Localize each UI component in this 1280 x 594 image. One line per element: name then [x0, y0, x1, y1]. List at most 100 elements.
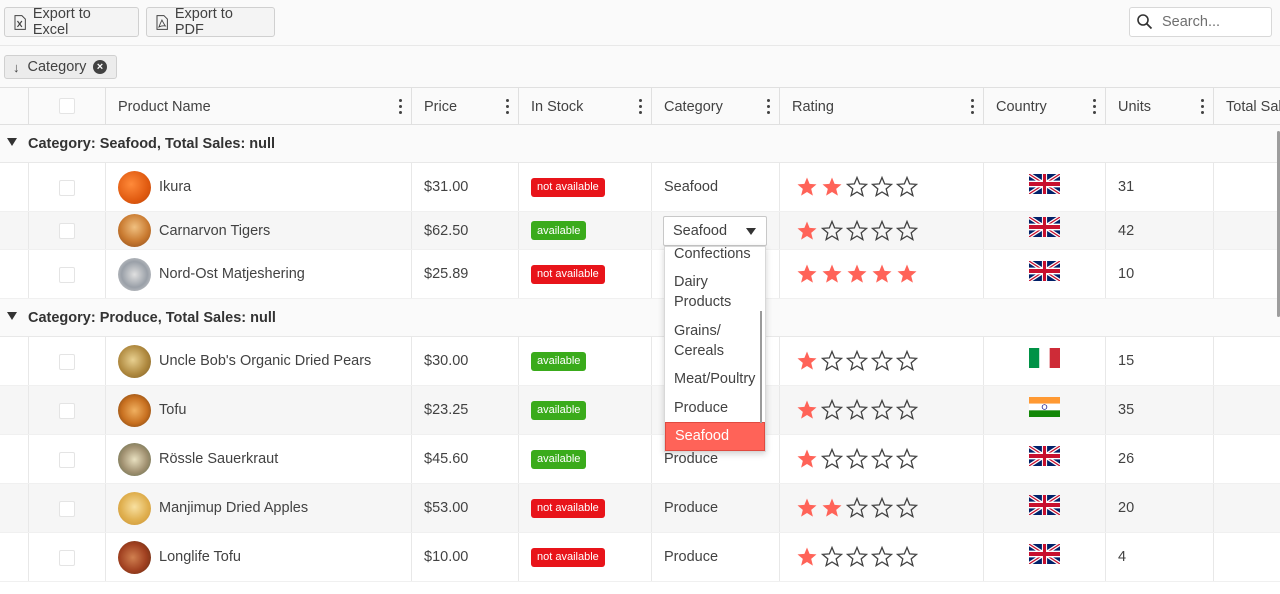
column-menu-icon[interactable] — [399, 99, 403, 114]
star-empty-icon[interactable] — [870, 219, 894, 243]
star-empty-icon[interactable] — [870, 496, 894, 520]
header-total-sales[interactable]: Total Sal — [1213, 88, 1280, 125]
in-stock-cell[interactable]: not available — [531, 533, 605, 581]
rating-stars[interactable] — [795, 349, 919, 373]
row-select-checkbox[interactable] — [59, 500, 75, 517]
export-pdf-button[interactable]: Export to PDF — [146, 6, 275, 38]
star-empty-icon[interactable] — [895, 447, 919, 471]
in-stock-cell[interactable]: not available — [531, 484, 605, 532]
in-stock-cell[interactable]: available — [531, 386, 587, 434]
star-filled-icon[interactable] — [795, 175, 819, 199]
star-empty-icon[interactable] — [895, 398, 919, 422]
rating-stars[interactable] — [795, 545, 919, 569]
rating-stars[interactable] — [795, 219, 919, 243]
row-select-checkbox[interactable] — [59, 266, 75, 283]
rating-cell[interactable] — [795, 386, 919, 434]
column-menu-icon[interactable] — [1201, 99, 1205, 114]
option-dairy-products[interactable]: Dairy Products — [665, 272, 755, 312]
row-select-checkbox[interactable] — [59, 451, 75, 468]
star-empty-icon[interactable] — [820, 398, 844, 422]
star-empty-icon[interactable] — [845, 349, 869, 373]
star-empty-icon[interactable] — [870, 349, 894, 373]
product-name-cell[interactable]: Longlife Tofu — [118, 533, 241, 581]
product-name-cell[interactable]: Ikura — [118, 163, 191, 211]
star-empty-icon[interactable] — [845, 545, 869, 569]
star-filled-icon[interactable] — [795, 349, 819, 373]
star-filled-icon[interactable] — [795, 545, 819, 569]
remove-group-icon[interactable]: × — [93, 60, 107, 74]
collapse-group-icon[interactable] — [7, 312, 17, 320]
star-empty-icon[interactable] — [895, 545, 919, 569]
units-cell[interactable]: 4 — [1118, 533, 1126, 581]
category-cell[interactable]: Produce — [664, 484, 718, 532]
star-empty-icon[interactable] — [895, 496, 919, 520]
star-empty-icon[interactable] — [845, 447, 869, 471]
row-select-checkbox[interactable] — [59, 179, 75, 196]
rating-stars[interactable] — [795, 496, 919, 520]
search-input[interactable] — [1162, 14, 1262, 30]
product-name-cell[interactable]: Rössle Sauerkraut — [118, 435, 278, 483]
star-empty-icon[interactable] — [870, 175, 894, 199]
search-box[interactable] — [1129, 7, 1272, 37]
in-stock-cell[interactable]: not available — [531, 163, 605, 211]
column-menu-icon[interactable] — [971, 99, 975, 114]
star-empty-icon[interactable] — [845, 496, 869, 520]
options-scrollbar[interactable] — [760, 311, 762, 423]
price-cell[interactable]: $31.00 — [424, 163, 468, 211]
group-chip-category[interactable]: ↓ Category × — [4, 55, 117, 79]
option-produce[interactable]: Produce — [665, 398, 765, 418]
star-filled-icon[interactable] — [795, 262, 819, 286]
units-cell[interactable]: 10 — [1118, 250, 1134, 298]
rating-cell[interactable] — [795, 212, 919, 249]
table-row[interactable]: Tofu $23.25 available Produce 35 — [0, 386, 1280, 435]
star-filled-icon[interactable] — [820, 496, 844, 520]
units-cell[interactable]: 42 — [1118, 212, 1134, 249]
star-filled-icon[interactable] — [870, 262, 894, 286]
table-row[interactable]: Longlife Tofu $10.00 not available Produce 4 — [0, 533, 1280, 582]
star-filled-icon[interactable] — [795, 496, 819, 520]
star-empty-icon[interactable] — [820, 447, 844, 471]
category-cell[interactable]: Seafood — [664, 163, 718, 211]
column-menu-icon[interactable] — [767, 99, 771, 114]
header-country[interactable]: Country — [983, 88, 1105, 125]
price-cell[interactable]: $53.00 — [424, 484, 468, 532]
units-cell[interactable]: 15 — [1118, 337, 1134, 385]
star-empty-icon[interactable] — [820, 349, 844, 373]
rating-cell[interactable] — [795, 163, 919, 211]
price-cell[interactable]: $62.50 — [424, 212, 468, 249]
star-empty-icon[interactable] — [870, 398, 894, 422]
rating-cell[interactable] — [795, 533, 919, 581]
in-stock-cell[interactable]: available — [531, 337, 587, 385]
column-menu-icon[interactable] — [639, 99, 643, 114]
column-menu-icon[interactable] — [506, 99, 510, 114]
option-seafood-selected[interactable]: Seafood — [665, 422, 765, 451]
product-name-cell[interactable]: Uncle Bob's Organic Dried Pears — [118, 337, 371, 385]
product-name-cell[interactable]: Manjimup Dried Apples — [118, 484, 308, 532]
header-rating[interactable]: Rating — [779, 88, 983, 125]
group-header-row[interactable]: Category: Produce, Total Sales: null — [0, 299, 1280, 337]
price-cell[interactable]: $10.00 — [424, 533, 468, 581]
star-empty-icon[interactable] — [820, 219, 844, 243]
in-stock-cell[interactable]: available — [531, 435, 587, 483]
category-cell[interactable]: Produce — [664, 533, 718, 581]
table-row[interactable]: Nord-Ost Matjeshering $25.89 not available… — [0, 250, 1280, 299]
units-cell[interactable]: 35 — [1118, 386, 1134, 434]
chevron-down-icon[interactable] — [746, 228, 756, 235]
rating-stars[interactable] — [795, 262, 919, 286]
rating-stars[interactable] — [795, 398, 919, 422]
collapse-group-icon[interactable] — [7, 138, 17, 146]
rating-stars[interactable] — [795, 447, 919, 471]
header-in-stock[interactable]: In Stock — [518, 88, 651, 125]
export-excel-button[interactable]: Export to Excel — [4, 6, 139, 38]
group-header-row[interactable]: Category: Seafood, Total Sales: null — [0, 125, 1280, 163]
table-row[interactable]: Carnarvon Tigers $62.50 available 42 — [0, 212, 1280, 250]
rating-cell[interactable] — [795, 337, 919, 385]
rating-cell[interactable] — [795, 484, 919, 532]
option-grains-cereals[interactable]: Grains/ Cereals — [665, 321, 735, 361]
units-cell[interactable]: 31 — [1118, 163, 1134, 211]
star-filled-icon[interactable] — [795, 447, 819, 471]
star-empty-icon[interactable] — [820, 545, 844, 569]
star-empty-icon[interactable] — [845, 219, 869, 243]
header-category[interactable]: Category — [651, 88, 779, 125]
rating-cell[interactable] — [795, 435, 919, 483]
